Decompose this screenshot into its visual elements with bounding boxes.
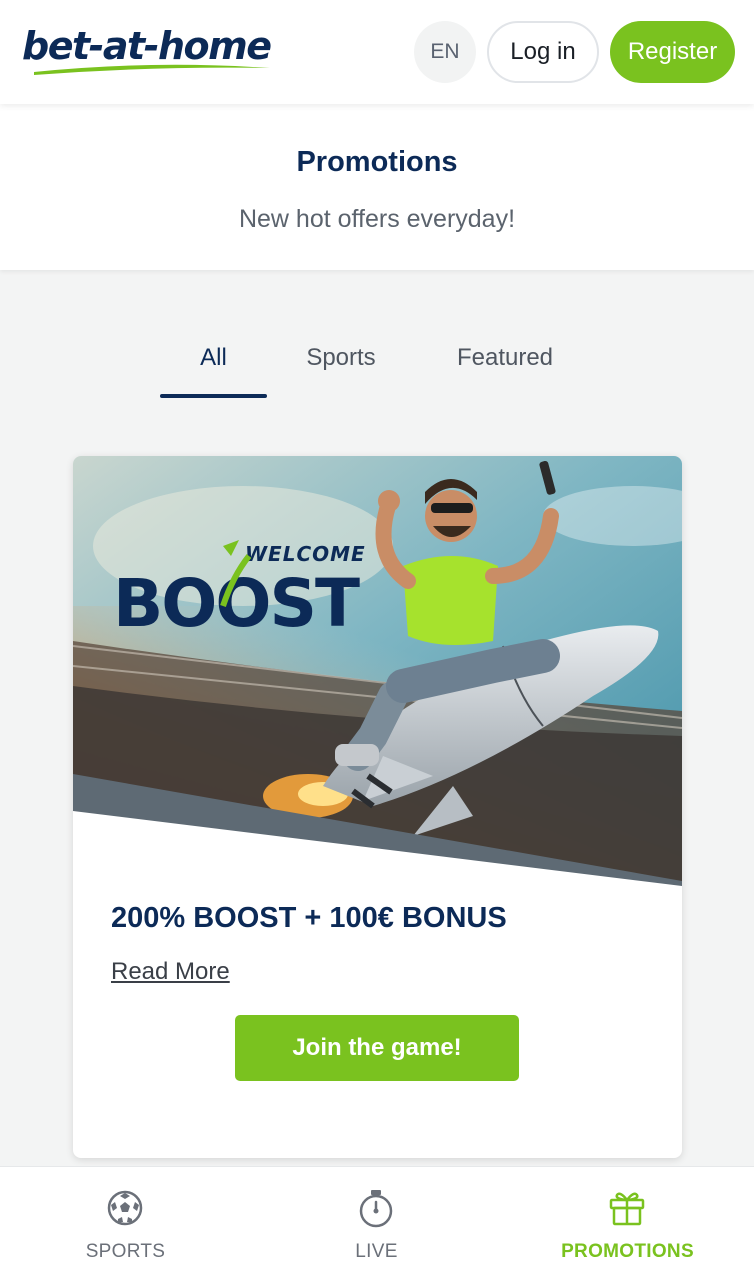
promotion-title: 200% BOOST + 100€ BONUS bbox=[111, 902, 507, 934]
login-button[interactable]: Log in bbox=[487, 21, 599, 83]
nav-label-sports: SPORTS bbox=[85, 1241, 166, 1262]
nav-item-live[interactable]: LIVE bbox=[251, 1167, 502, 1280]
nav-label-live: LIVE bbox=[355, 1241, 398, 1262]
welcome-boost-banner[interactable]: WELCOME BOOST bbox=[73, 456, 682, 886]
page-subtitle: New hot offers everyday! bbox=[238, 205, 516, 233]
tab-sports[interactable]: Sports bbox=[290, 344, 392, 394]
bottom-navigation: SPORTS LIVE PROMOTIONS bbox=[0, 1166, 754, 1280]
promotion-card: WELCOME BOOST 200% BOOST + 100€ BONUS Re… bbox=[73, 456, 682, 1158]
top-header: bet-at-home EN Log in Register bbox=[0, 0, 754, 104]
gift-icon bbox=[609, 1192, 645, 1226]
tab-featured[interactable]: Featured bbox=[440, 344, 570, 394]
soccer-ball-icon bbox=[107, 1190, 143, 1226]
register-button[interactable]: Register bbox=[610, 21, 735, 83]
bet-at-home-logo[interactable]: bet-at-home bbox=[22, 22, 272, 82]
nav-item-sports[interactable]: SPORTS bbox=[0, 1167, 251, 1280]
page-title: Promotions bbox=[296, 146, 458, 178]
welcome-text: WELCOME bbox=[245, 542, 366, 566]
stopwatch-icon bbox=[359, 1190, 393, 1228]
language-button[interactable]: EN bbox=[414, 21, 476, 83]
read-more-link[interactable]: Read More bbox=[111, 958, 230, 986]
join-game-button[interactable]: Join the game! bbox=[235, 1015, 519, 1081]
nav-item-promotions[interactable]: PROMOTIONS bbox=[502, 1167, 753, 1280]
nav-label-promotions: PROMOTIONS bbox=[561, 1241, 694, 1262]
active-tab-indicator bbox=[160, 394, 267, 398]
promotions-header: Promotions New hot offers everyday! bbox=[0, 104, 754, 270]
logo-swoosh bbox=[34, 64, 270, 75]
promotion-tabs: All Sports Featured bbox=[0, 330, 754, 400]
tab-all[interactable]: All bbox=[160, 344, 267, 394]
